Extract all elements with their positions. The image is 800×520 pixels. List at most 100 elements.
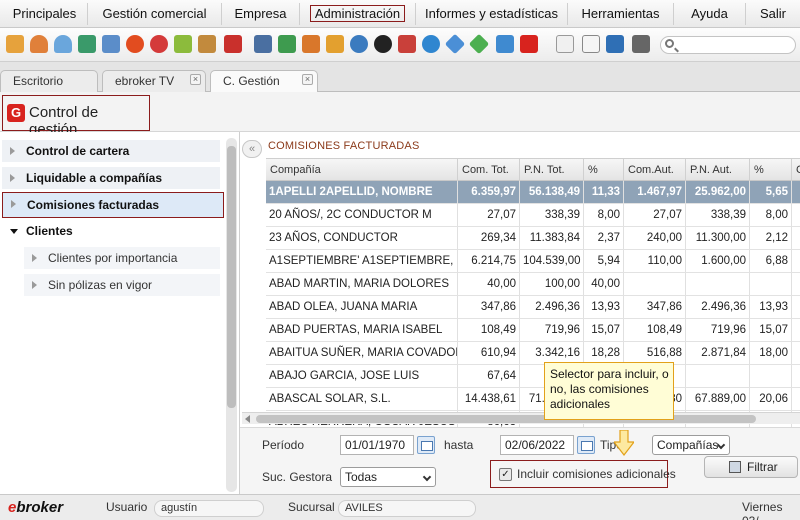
page-header: G Control de gestión [0, 92, 800, 138]
calendar-icon[interactable] [577, 436, 595, 454]
menu-herramientas[interactable]: Herramientas [568, 3, 674, 25]
sidebar-item-clientes[interactable]: Clientes [2, 220, 220, 242]
sidebar-item-control-cartera[interactable]: Control de cartera [2, 140, 220, 162]
doc-icon[interactable] [582, 35, 600, 53]
sidebar-scrollbar[interactable] [226, 138, 237, 492]
table-row[interactable]: ABAD MARTIN, MARIA DOLORES 40,00 100,00 40,… [266, 273, 800, 296]
column-header[interactable]: P.N. Aut. [686, 159, 750, 181]
briefcase-icon[interactable] [198, 35, 216, 53]
table-row[interactable]: ABAITUA SUÑER, MARIA COVADONGA610,943.34… [266, 342, 800, 365]
globe-icon[interactable] [350, 35, 368, 53]
user-blue-icon[interactable] [54, 35, 72, 53]
g-icon[interactable] [520, 35, 538, 53]
table-cell: 25.962,00 [686, 181, 750, 203]
graduation-icon[interactable] [254, 35, 272, 53]
menu-ayuda[interactable]: Ayuda [674, 3, 746, 25]
card-icon[interactable] [78, 35, 96, 53]
users-icon[interactable] [326, 35, 344, 53]
table-row[interactable]: ABAD PUERTAS, MARIA ISABEL 108,49 719,96 15… [266, 319, 800, 342]
menu-gestion-comercial[interactable]: Gestión comercial [88, 3, 222, 25]
building-icon[interactable] [278, 35, 296, 53]
window-icon[interactable] [102, 35, 120, 53]
tab-c-gestion[interactable]: C. Gestión × [210, 70, 318, 93]
target-icon[interactable] [150, 35, 168, 53]
cart-icon[interactable] [224, 35, 242, 53]
gestora-select[interactable]: Todas [340, 467, 436, 487]
sidebar-item-comisiones-facturadas[interactable]: Comisiones facturadas [2, 192, 224, 218]
menu-informes[interactable]: Informes y estadísticas [416, 3, 568, 25]
table-cell: 5,65 [750, 181, 792, 203]
refresh-icon[interactable] [496, 35, 514, 53]
handshake-icon[interactable] [398, 35, 416, 53]
table-header: Compañía Com. Tot. P.N. Tot.% Com.Aut. P.N. … [266, 159, 800, 181]
include-commissions-highlight: ✓ Incluir comisiones adicionales [490, 460, 676, 488]
commissions-table: Compañía Com. Tot. P.N. Tot.% Com.Aut. P.N. … [266, 158, 800, 430]
table-row[interactable]: 1APELLI 2APELLID, NOMBRE 6.359,97 56.138,4… [266, 181, 800, 204]
table-cell: 110,00 [624, 250, 686, 272]
column-header[interactable]: % [584, 159, 624, 181]
scrollbar-thumb[interactable] [227, 146, 236, 408]
menu-principales[interactable]: Principales [2, 3, 88, 25]
close-icon[interactable]: × [190, 74, 201, 85]
euro-icon[interactable] [374, 35, 392, 53]
table-cell: 18,28 [584, 342, 624, 364]
table-row[interactable]: ABAJO GARCIA, JOSE LUIS67,64135,0850,07 [266, 365, 800, 388]
column-header[interactable]: C [792, 159, 800, 181]
scroll-left-icon[interactable] [245, 415, 250, 423]
include-commissions-label[interactable]: Incluir comisiones adicionales [517, 467, 676, 481]
e-green-icon[interactable] [468, 33, 490, 55]
table-cell [686, 365, 750, 387]
menu-empresa[interactable]: Empresa [222, 3, 300, 25]
tipo-select[interactable]: Compañías [652, 435, 730, 455]
notes-icon[interactable] [556, 35, 574, 53]
arrow-icon[interactable] [444, 33, 466, 55]
e-icon[interactable] [422, 35, 440, 53]
collapse-left-icon[interactable]: « [242, 140, 262, 158]
sidebar-item-liquidable[interactable]: Liquidable a compañías [2, 167, 220, 189]
fecha-desde-input[interactable]: 01/01/1970 [340, 435, 414, 455]
date-display: Viernes 03/ [742, 500, 783, 520]
table-row[interactable]: A1SEPTIEMBRE' A1SEPTIEMBRE, NSEPT6.214,7… [266, 250, 800, 273]
tooltip-callout: Selector para incluir, o no, las comisio… [544, 362, 674, 420]
box-icon[interactable] [6, 35, 24, 53]
include-commissions-checkbox[interactable]: ✓ [499, 468, 512, 481]
table-cell: 67,64 [458, 365, 520, 387]
user-icon[interactable] [30, 35, 48, 53]
column-header[interactable]: Compañía [266, 159, 458, 181]
sidebar-item-sin-polizas[interactable]: Sin pólizas en vigor [24, 274, 220, 296]
table-cell: 6.214,75 [458, 250, 520, 272]
tab-escritorio[interactable]: Escritorio [0, 70, 98, 92]
table-cell: 40,00 [458, 273, 520, 295]
worker-icon[interactable] [302, 35, 320, 53]
table-row[interactable]: ABAD OLEA, JUANA MARIA 347,86 2.496,36 13,9… [266, 296, 800, 319]
column-header[interactable]: P.N. Tot. [520, 159, 584, 181]
gears-icon[interactable] [632, 35, 650, 53]
usuario-value: agustín [154, 500, 264, 517]
scrollbar-thumb[interactable] [256, 415, 756, 423]
phone-icon[interactable] [606, 35, 624, 53]
gestion-logo-icon: G [7, 104, 25, 122]
table-row[interactable]: 20 AÑOS/, 2C CONDUCTOR M 27,07 338,39 8,00 2… [266, 204, 800, 227]
horizontal-scrollbar[interactable] [242, 412, 800, 424]
fecha-hasta-input[interactable]: 02/06/2022 [500, 435, 574, 455]
table-row[interactable]: ABASCAL SOLAR, S.L.14.438,6171.290,5120,… [266, 388, 800, 411]
table-cell: 56.138,49 [520, 181, 584, 203]
table-row[interactable]: 23 AÑOS, CONDUCTOR 269,34 11.383,84 2,37 240… [266, 227, 800, 250]
column-header[interactable]: % [750, 159, 792, 181]
table-cell: 8,00 [584, 204, 624, 226]
column-header[interactable]: Com.Aut. [624, 159, 686, 181]
menu-salir[interactable]: Salir [746, 3, 800, 25]
table-cell: 1.600,00 [686, 250, 750, 272]
search-input[interactable] [660, 36, 796, 54]
tab-ebroker-tv[interactable]: ebroker TV × [102, 70, 206, 92]
close-icon[interactable]: × [302, 74, 313, 85]
calendar-icon[interactable] [417, 436, 435, 454]
column-header[interactable]: Com. Tot. [458, 159, 520, 181]
menu-administracion[interactable]: Administración [300, 3, 416, 25]
sidebar-item-clientes-importancia[interactable]: Clientes por importancia [24, 247, 220, 269]
filter-button[interactable]: Filtrar [704, 456, 798, 478]
table-cell: ABASCAL SOLAR, S.L. [266, 388, 458, 410]
pen-icon[interactable] [174, 35, 192, 53]
fire-icon[interactable] [126, 35, 144, 53]
tab-strip: Escritorio ebroker TV × C. Gestión × [0, 62, 800, 93]
